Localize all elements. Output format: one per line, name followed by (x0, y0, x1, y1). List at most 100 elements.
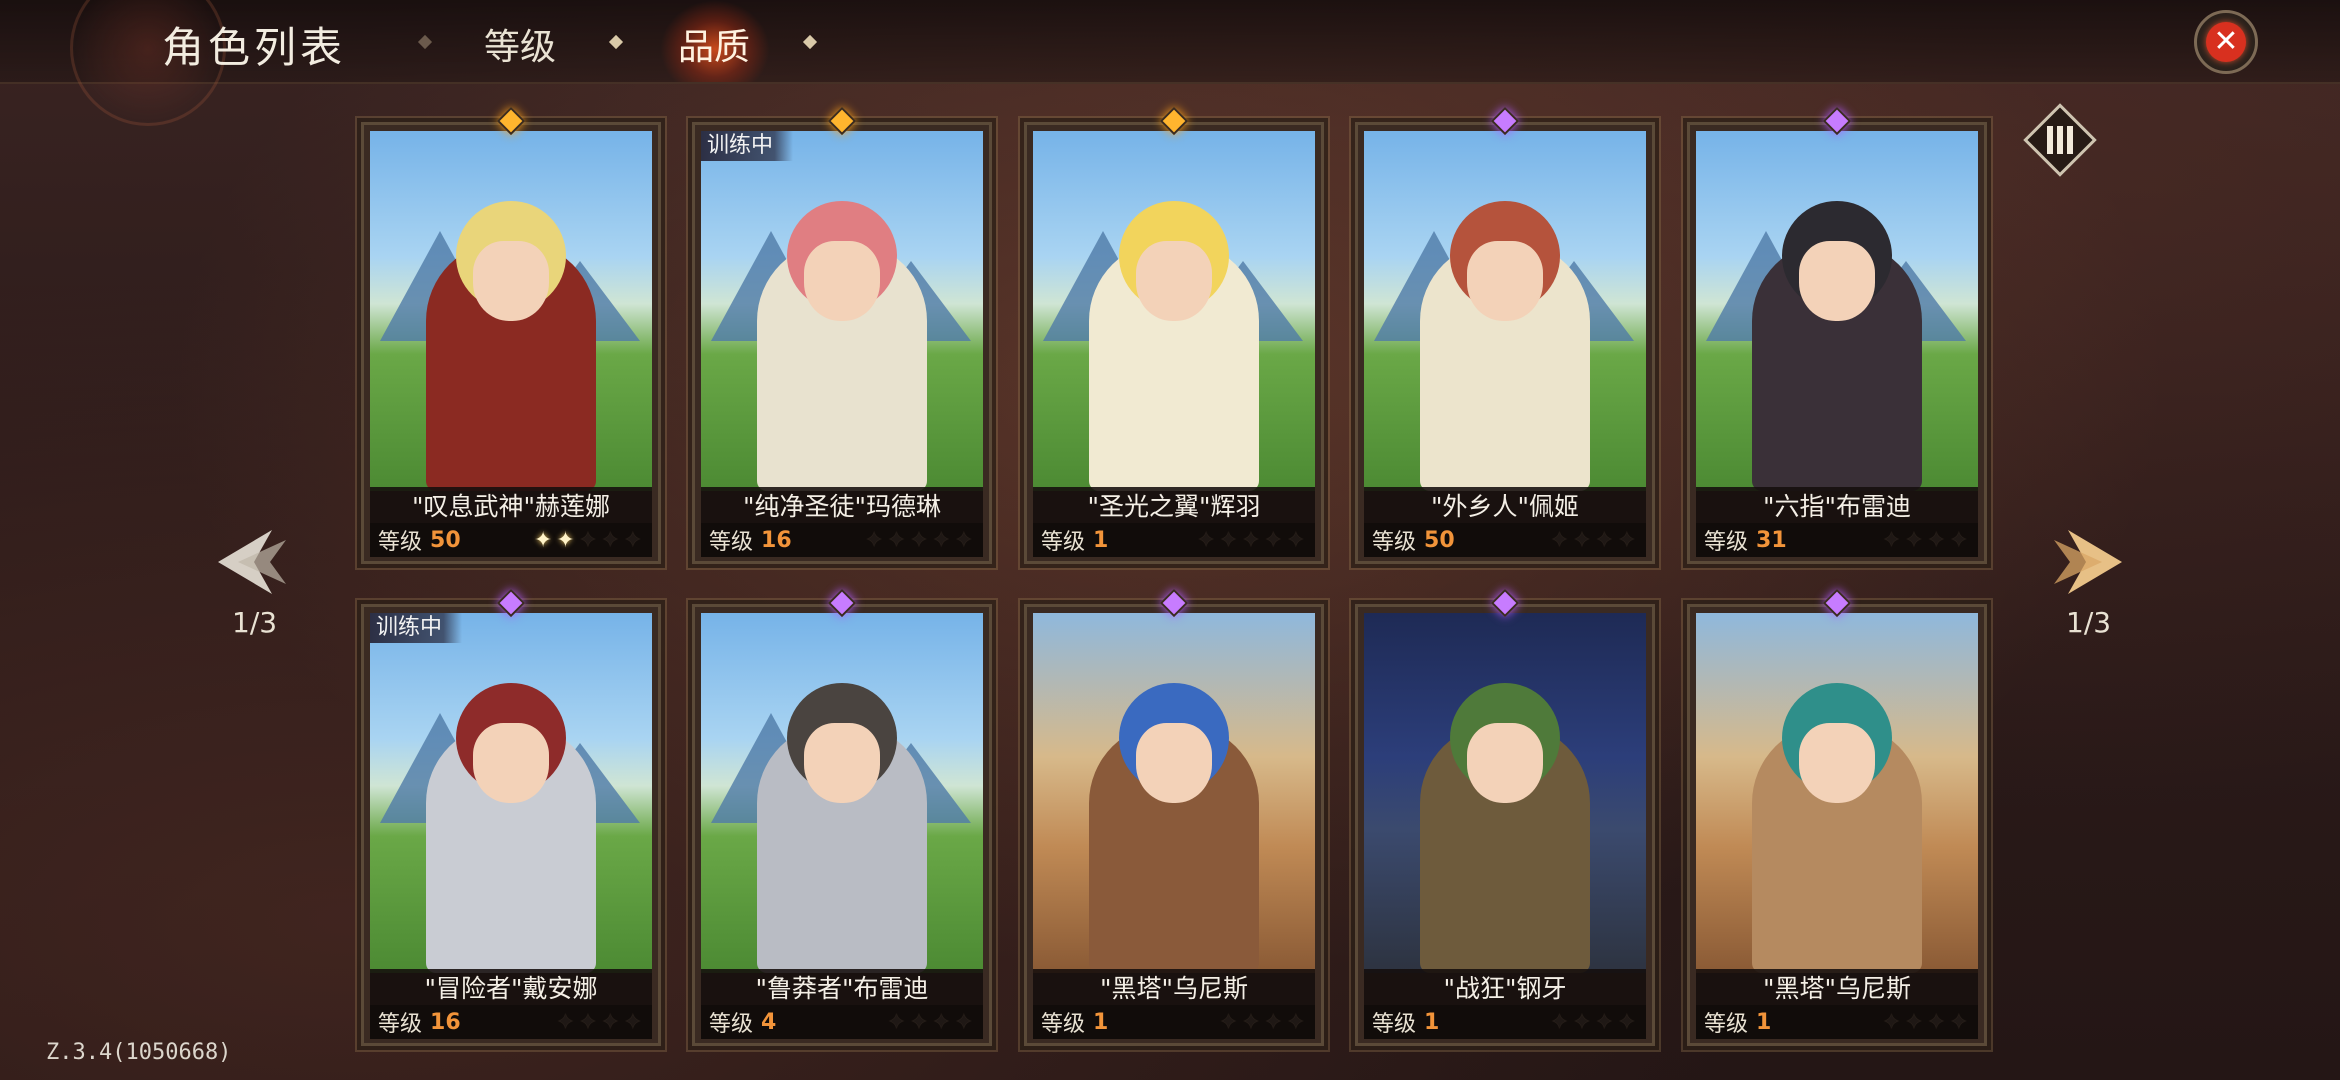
level-value: 16 (430, 1009, 461, 1035)
character-portrait (1033, 131, 1315, 491)
star-icon: ✦ (1196, 527, 1216, 553)
top-bar: 角色列表 等级 品质 ✕ (0, 0, 2340, 126)
level-value: 1 (1093, 1009, 1109, 1035)
level-row: 等级 50 ✦ ✦ ✦ ✦ (1364, 523, 1646, 557)
level-label: 等级 (1372, 530, 1417, 555)
character-card[interactable]: "鲁莽者"布雷迪 等级 4 ✦ ✦ ✦ ✦ (692, 588, 992, 1046)
level-row: 等级 1 ✦ ✦ ✦ ✦ (1364, 1005, 1646, 1039)
tab-separator-icon (802, 34, 818, 50)
level-row: 等级 50 ✦ ✦ ✦ ✦ ✦ (370, 523, 652, 557)
close-button[interactable]: ✕ (2194, 10, 2258, 74)
level-row: 等级 31 ✦ ✦ ✦ ✦ (1696, 523, 1978, 557)
level-row: 等级 16 ✦ ✦ ✦ ✦ (370, 1005, 652, 1039)
star-rating: ✦ ✦ ✦ ✦ (1550, 1005, 1636, 1039)
star-icon: ✦ (954, 1009, 973, 1035)
filter-icon (2043, 125, 2077, 155)
training-badge: 训练中 (701, 131, 793, 161)
star-icon: ✦ (578, 1009, 598, 1035)
star-icon: ✦ (623, 527, 642, 553)
character-name: "纯净圣徒"玛德琳 (701, 487, 983, 523)
character-card[interactable]: 训练中 "冒险者"戴安娜等级 16 ✦ ✦ ✦ ✦ (361, 588, 661, 1046)
star-icon: ✦ (1264, 527, 1283, 553)
star-icon: ✦ (1882, 1009, 1901, 1035)
pager-left: 1/3 (232, 606, 278, 639)
character-card[interactable]: "黑塔"乌尼斯 等级 1 ✦ ✦ ✦ ✦ (1687, 588, 1987, 1046)
star-icon: ✦ (601, 1009, 620, 1035)
level-label: 等级 (709, 530, 754, 555)
star-icon: ✦ (1617, 1009, 1636, 1035)
character-card[interactable]: "战狂"钢牙等级 1 ✦ ✦ ✦ ✦ (1355, 588, 1655, 1046)
character-card[interactable]: "黑塔"乌尼斯等级 1 ✦ ✦ ✦ ✦ (1024, 588, 1324, 1046)
level-value: 16 (761, 527, 792, 553)
star-icon: ✦ (578, 527, 598, 553)
star-icon: ✦ (623, 1009, 642, 1035)
star-icon: ✦ (601, 527, 620, 553)
star-icon: ✦ (533, 527, 553, 553)
character-portrait (370, 131, 652, 491)
character-portrait (370, 613, 652, 973)
character-card[interactable]: "圣光之翼"辉羽 等级 1 ✦ ✦ ✦ ✦ ✦ (1024, 106, 1324, 564)
tab-level[interactable]: 等级 (484, 18, 556, 70)
level-row: 等级 16 ✦ ✦ ✦ ✦ ✦ (701, 523, 983, 557)
level-row: 等级 1 ✦ ✦ ✦ ✦ (1696, 1005, 1978, 1039)
star-icon: ✦ (1550, 527, 1569, 553)
character-name: "圣光之翼"辉羽 (1033, 487, 1315, 523)
character-name: "六指"布雷迪 (1696, 487, 1978, 523)
star-rating: ✦ ✦ ✦ ✦ (1550, 523, 1636, 557)
level-row: 等级 1 ✦ ✦ ✦ ✦ (1033, 1005, 1315, 1039)
star-icon: ✦ (1550, 1009, 1569, 1035)
star-icon: ✦ (864, 527, 884, 553)
star-icon: ✦ (887, 1009, 906, 1035)
character-name: "黑塔"乌尼斯 (1033, 969, 1315, 1005)
level-value: 31 (1756, 527, 1787, 553)
character-name: "战狂"钢牙 (1364, 969, 1646, 1005)
level-value: 50 (1424, 527, 1455, 553)
level-value: 1 (1093, 527, 1109, 553)
star-icon: ✦ (887, 527, 906, 553)
tab-separator-icon (608, 34, 624, 50)
star-icon: ✦ (1264, 1009, 1283, 1035)
character-name: "叹息武神"赫莲娜 (370, 487, 652, 523)
level-label: 等级 (1704, 530, 1749, 555)
tab-quality[interactable]: 品质 (678, 18, 750, 70)
character-card[interactable]: "六指"布雷迪等级 31 ✦ ✦ ✦ ✦ (1687, 106, 1987, 564)
star-rating: ✦ ✦ ✦ ✦ (1882, 523, 1968, 557)
training-badge: 训练中 (370, 613, 462, 643)
star-rating: ✦ ✦ ✦ ✦ (556, 1005, 642, 1039)
character-portrait (1033, 613, 1315, 973)
star-icon: ✦ (954, 527, 973, 553)
character-card[interactable]: 训练中 "纯净圣徒"玛德琳 等级 16 ✦ ✦ ✦ ✦ ✦ (692, 106, 992, 564)
star-icon: ✦ (1286, 1009, 1305, 1035)
level-label: 等级 (1372, 1012, 1417, 1037)
level-value: 4 (761, 1009, 777, 1035)
character-name: "冒险者"戴安娜 (370, 969, 652, 1005)
character-card[interactable]: "外乡人"佩姬 等级 50 ✦ ✦ ✦ ✦ (1355, 106, 1655, 564)
star-icon: ✦ (1949, 527, 1968, 553)
star-rating: ✦ ✦ ✦ ✦ ✦ (1197, 523, 1305, 557)
pager-right: 1/3 (2066, 606, 2112, 639)
character-portrait (701, 613, 983, 973)
star-icon: ✦ (909, 527, 929, 553)
character-card[interactable]: "叹息武神"赫莲娜 等级 50 ✦ ✦ ✦ ✦ ✦ (361, 106, 661, 564)
next-page-arrow-icon[interactable] (2048, 522, 2128, 602)
level-row: 等级 1 ✦ ✦ ✦ ✦ ✦ (1033, 523, 1315, 557)
level-row: 等级 4 ✦ ✦ ✦ ✦ (701, 1005, 983, 1039)
level-value: 1 (1756, 1009, 1772, 1035)
page-title: 角色列表 (162, 23, 347, 72)
star-icon: ✦ (556, 527, 575, 553)
level-label: 等级 (709, 1012, 754, 1037)
star-icon: ✦ (1617, 527, 1636, 553)
level-value: 50 (430, 527, 461, 553)
star-icon: ✦ (1882, 527, 1901, 553)
close-icon: ✕ (2206, 22, 2246, 62)
star-icon: ✦ (1595, 527, 1614, 553)
level-label: 等级 (378, 1012, 423, 1037)
prev-page-arrow-icon[interactable] (212, 522, 292, 602)
character-name: "鲁莽者"布雷迪 (701, 969, 983, 1005)
level-label: 等级 (1041, 1012, 1086, 1037)
level-value: 1 (1424, 1009, 1440, 1035)
star-icon: ✦ (1572, 1009, 1592, 1035)
star-icon: ✦ (1241, 1009, 1261, 1035)
star-icon: ✦ (1927, 527, 1946, 553)
star-rating: ✦ ✦ ✦ ✦ (1219, 1005, 1305, 1039)
